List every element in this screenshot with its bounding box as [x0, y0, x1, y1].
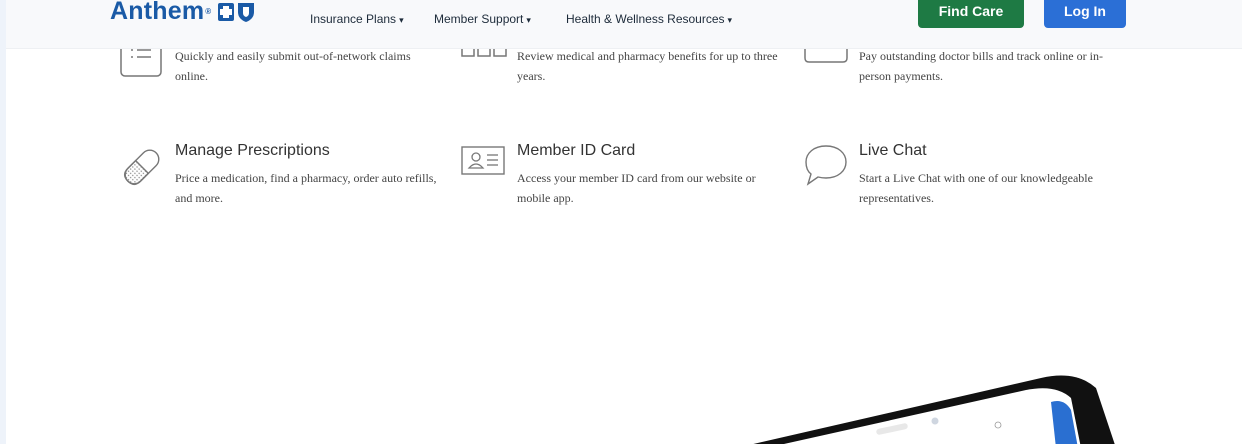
phone-image: [753, 375, 1115, 444]
blue-cross-blue-shield-icon: [218, 2, 255, 22]
pill-icon: [123, 149, 160, 186]
feature-description: Review medical and pharmacy benefits for…: [517, 49, 778, 83]
feature-description: Start a Live Chat with one of our knowle…: [859, 171, 1093, 205]
nav-label: Insurance Plans: [310, 12, 397, 26]
nav-health-wellness[interactable]: Health & Wellness Resources ▾: [566, 12, 732, 26]
feature-description: Price a medication, find a pharmacy, ord…: [175, 171, 437, 205]
trademark-mark: ®: [205, 7, 212, 16]
feature-title[interactable]: Member ID Card: [517, 142, 635, 160]
caret-down-icon: ▾: [399, 15, 404, 25]
nav-insurance-plans[interactable]: Insurance Plans ▾: [310, 12, 404, 26]
nav-member-support[interactable]: Member Support ▾: [434, 12, 531, 26]
feature-description: Pay outstanding doctor bills and track o…: [859, 49, 1103, 83]
feature-title[interactable]: Live Chat: [859, 142, 927, 160]
chat-bubble-icon: [805, 145, 847, 186]
nav-label: Health & Wellness Resources: [566, 12, 725, 26]
feature-description: Access your member ID card from our webs…: [517, 171, 756, 205]
site-header: Anthem ® Insurance Plans ▾ Member Support…: [6, 0, 1242, 49]
nav-label: Member Support: [434, 12, 524, 26]
logo-text: Anthem: [110, 0, 205, 25]
anthem-logo[interactable]: Anthem ®: [110, 0, 255, 26]
caret-down-icon: ▾: [727, 15, 733, 25]
feature-title[interactable]: Manage Prescriptions: [175, 142, 330, 160]
page: Quickly and easily submit out-of-network…: [6, 8, 1242, 444]
id-card-icon: [461, 146, 505, 175]
caret-down-icon: ▾: [526, 15, 531, 25]
login-button[interactable]: Log In: [1044, 0, 1126, 28]
feature-description: Quickly and easily submit out-of-network…: [175, 49, 411, 83]
find-care-button[interactable]: Find Care: [918, 0, 1024, 28]
